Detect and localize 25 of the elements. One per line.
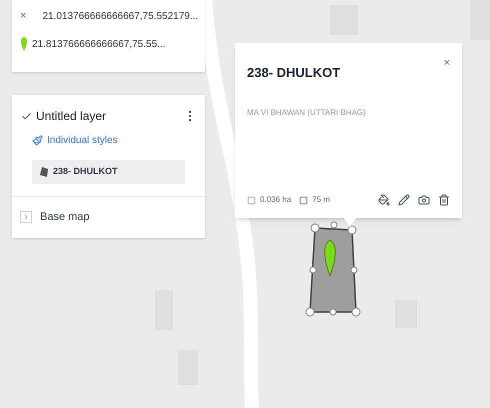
check-icon <box>20 110 32 122</box>
layer-item[interactable]: 238- DHULKOT <box>32 160 185 184</box>
perimeter-icon <box>299 196 308 204</box>
camera-icon[interactable] <box>418 194 430 206</box>
expand-toggle[interactable] <box>20 211 32 224</box>
perimeter-value: 75 m <box>312 194 330 206</box>
map-pin-icon <box>20 37 28 51</box>
item-name: 238- DHULKOT <box>53 165 118 178</box>
delete-icon[interactable] <box>438 194 450 206</box>
close-button[interactable]: × <box>20 8 26 24</box>
popup-title: 238- DHULKOT <box>247 64 340 82</box>
paint-bucket-icon[interactable] <box>378 194 390 206</box>
styles-link[interactable]: Individual styles <box>47 133 118 148</box>
close-button[interactable]: × <box>444 55 450 72</box>
paint-roller-icon <box>32 135 43 146</box>
edit-icon[interactable] <box>398 194 410 206</box>
area-value: 0.036 ha <box>260 194 292 206</box>
popup-description: MA VI BHAWAN (UTTARI BHAG) <box>247 106 367 118</box>
polygon-icon <box>40 167 49 177</box>
chevron-icon <box>22 213 30 222</box>
search-query[interactable]: 21.013766666666667,75.552179... <box>42 8 198 24</box>
area-icon <box>247 196 256 204</box>
base-map-label[interactable]: Base map <box>40 209 90 226</box>
search-result[interactable]: 21.813766666666667,75.55... <box>32 36 166 52</box>
layer-name[interactable]: Untitled layer <box>36 107 106 125</box>
